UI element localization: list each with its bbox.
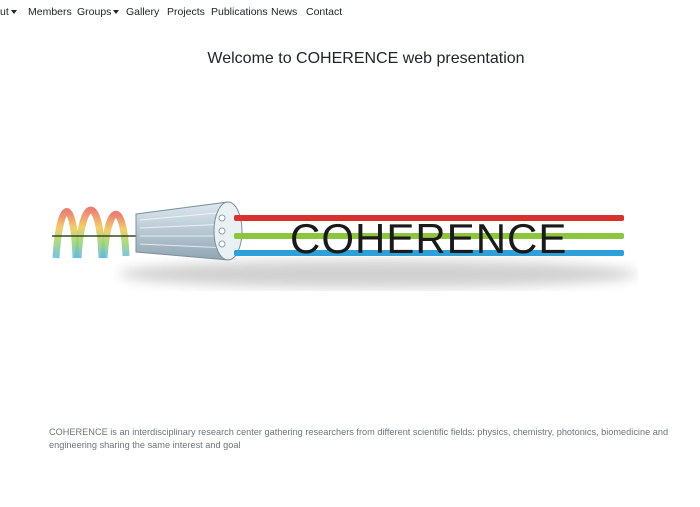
nav-publications[interactable]: Publications bbox=[211, 6, 268, 18]
page-title: Welcome to COHERENCE web presentation bbox=[207, 50, 525, 67]
nav-groups-label: Groups bbox=[77, 6, 112, 18]
nav-about-label: ut bbox=[0, 6, 9, 18]
rainbow-spiral-icon bbox=[52, 206, 138, 259]
nav-members[interactable]: Members bbox=[28, 6, 72, 18]
intro-paragraph: COHERENCE is an interdisciplinary resear… bbox=[49, 427, 669, 450]
nav-news[interactable]: News bbox=[271, 6, 297, 18]
logo-shadow bbox=[118, 260, 638, 288]
caret-down-icon bbox=[10, 10, 17, 15]
coherence-logo: COHERENCE bbox=[48, 196, 638, 306]
fiber-cone-icon bbox=[135, 201, 243, 261]
logo-wordmark: COHERENCE bbox=[290, 215, 567, 262]
caret-down-icon bbox=[113, 10, 120, 15]
coherence-logo-graphic: COHERENCE bbox=[52, 201, 638, 288]
nav-groups-dropdown[interactable]: Groups bbox=[77, 6, 120, 18]
nav-about-dropdown[interactable]: ut bbox=[0, 6, 17, 18]
top-navbar: ut Members Groups Gallery Projects Publi… bbox=[0, 0, 700, 24]
nav-projects[interactable]: Projects bbox=[167, 6, 205, 18]
nav-contact[interactable]: Contact bbox=[306, 6, 342, 18]
nav-gallery[interactable]: Gallery bbox=[126, 6, 159, 18]
